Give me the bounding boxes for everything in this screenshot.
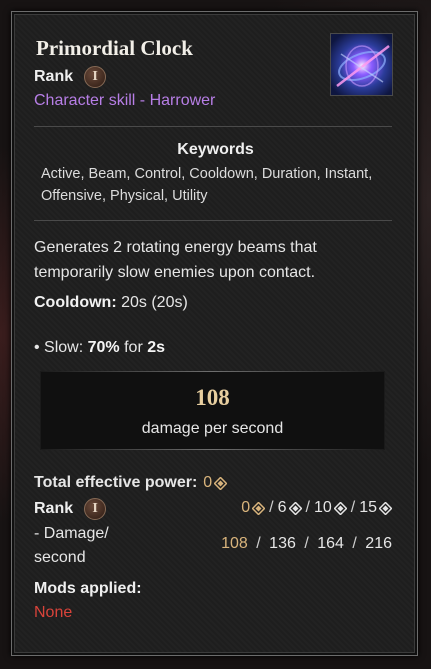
power-gem-icon bbox=[379, 501, 392, 515]
tier-value: 15 bbox=[359, 499, 377, 516]
damage-box: 108 damage per second bbox=[40, 371, 385, 450]
damage-tier-value: 108 bbox=[221, 535, 248, 552]
damage-row-label-line1: - Damage/ bbox=[34, 525, 109, 542]
divider bbox=[34, 220, 392, 221]
tier-separator: / bbox=[256, 535, 261, 552]
cooldown-label: Cooldown: bbox=[34, 294, 117, 311]
tier-value: 6 bbox=[277, 499, 287, 516]
damage-value: 108 bbox=[195, 385, 230, 410]
divider bbox=[34, 126, 392, 127]
tier-separator: / bbox=[350, 499, 356, 516]
tier-value: 0 bbox=[241, 499, 251, 516]
rank-badge-icon: I bbox=[84, 66, 107, 88]
rank-tier-row: Rank I bbox=[34, 498, 107, 520]
slow-duration: 2s bbox=[147, 339, 166, 356]
damage-tier-value: 136 bbox=[269, 535, 296, 552]
power-gem-icon bbox=[288, 501, 302, 515]
skill-type: Character skill - Harrower bbox=[34, 92, 216, 109]
skill-description: Generates 2 rotating energy beams that t… bbox=[34, 239, 317, 281]
tier-value: 10 bbox=[313, 499, 332, 516]
slow-value: 70% bbox=[87, 339, 120, 356]
mods-value: None bbox=[34, 604, 73, 621]
tier-separator: / bbox=[305, 499, 310, 516]
tier-separator: / bbox=[352, 535, 357, 552]
power-gem-icon bbox=[333, 501, 347, 515]
rank-tiers: 0 / 6 / 10 / 15 bbox=[241, 499, 392, 517]
total-power-label: Total effective power: bbox=[34, 474, 198, 491]
skill-icon bbox=[330, 33, 393, 96]
damage-label: damage per second bbox=[141, 420, 284, 437]
slow-bullet: • Slow: bbox=[34, 339, 84, 356]
total-effective-power: Total effective power: 0 bbox=[34, 474, 228, 492]
damage-row-label: - Damage/ second bbox=[34, 522, 109, 570]
mods-title: Mods applied: bbox=[34, 580, 142, 597]
rank-tier-badge-icon: I bbox=[84, 498, 107, 520]
damage-tier-value: 164 bbox=[317, 535, 344, 552]
tier-separator: / bbox=[304, 535, 309, 552]
cooldown-value: 20s bbox=[121, 294, 147, 311]
rank-tier-label: Rank bbox=[34, 500, 74, 517]
slow-for: for bbox=[124, 339, 143, 356]
rank-row: Rank I bbox=[34, 66, 107, 88]
cooldown-line: Cooldown: 20s (20s) bbox=[34, 294, 188, 312]
skill-title: Primordial Clock bbox=[36, 36, 193, 60]
cooldown-base: (20s) bbox=[151, 294, 188, 311]
slow-line: • Slow: 70% for 2s bbox=[34, 339, 165, 357]
keywords-title: Keywords bbox=[177, 141, 254, 158]
total-power-value: 0 bbox=[203, 474, 213, 491]
damage-row-label-line2: second bbox=[34, 549, 86, 566]
damage-row-values: 108 / 136 / 164 / 216 bbox=[221, 535, 392, 553]
power-gem-icon bbox=[252, 501, 266, 515]
power-gem-icon bbox=[214, 476, 228, 490]
keywords-list: Active, Beam, Control, Cooldown, Duratio… bbox=[41, 166, 373, 204]
rank-label: Rank bbox=[34, 68, 74, 85]
tier-separator: / bbox=[269, 499, 274, 516]
damage-tier-value: 216 bbox=[365, 535, 392, 552]
